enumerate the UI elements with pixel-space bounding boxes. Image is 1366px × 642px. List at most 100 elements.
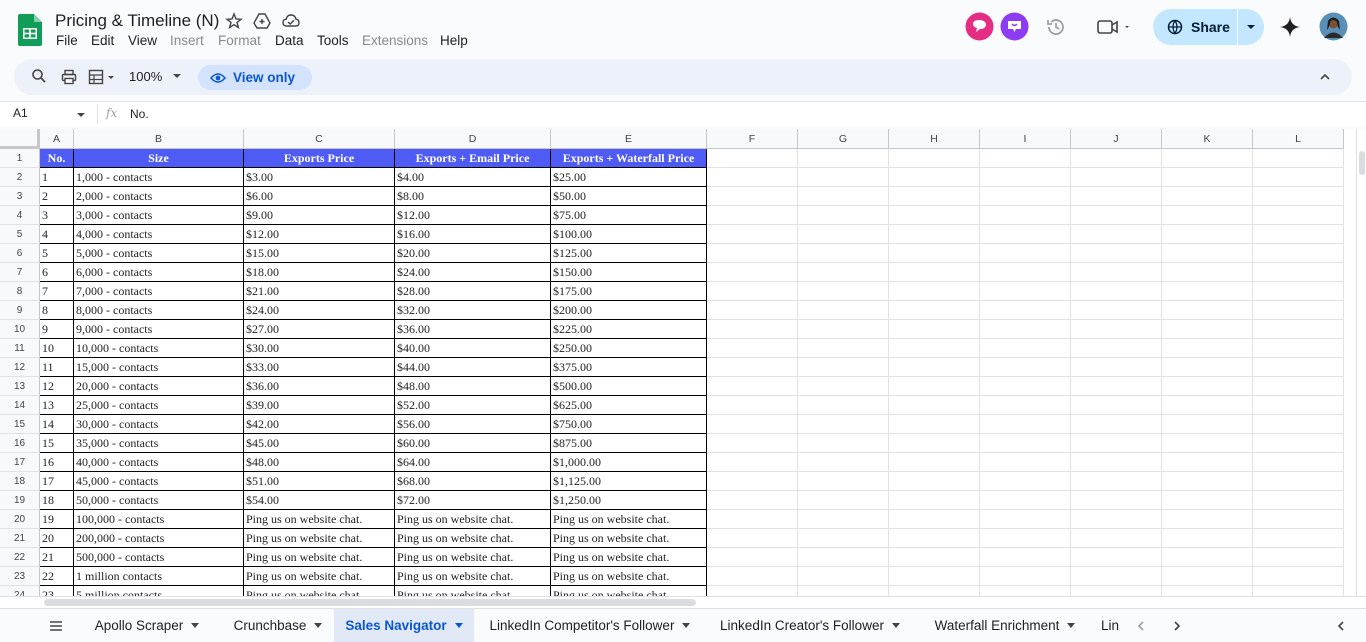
table-cell[interactable]: 30,000 - contacts <box>74 415 244 434</box>
row-header[interactable]: 17 <box>0 453 40 472</box>
row-header[interactable]: 4 <box>0 206 40 225</box>
table-cell[interactable]: $72.00 <box>395 491 551 510</box>
empty-cell[interactable] <box>707 510 798 529</box>
empty-cell[interactable] <box>798 453 889 472</box>
empty-cell[interactable] <box>1071 187 1162 206</box>
table-cell[interactable]: $42.00 <box>244 415 395 434</box>
table-cell[interactable]: $1,250.00 <box>551 491 707 510</box>
table-cell[interactable]: 45,000 - contacts <box>74 472 244 491</box>
empty-cell[interactable] <box>1071 434 1162 453</box>
menu-tools[interactable]: Tools <box>317 33 349 48</box>
empty-cell[interactable] <box>1071 206 1162 225</box>
empty-cell[interactable] <box>980 529 1071 548</box>
share-button[interactable]: Share <box>1153 9 1237 45</box>
empty-cell[interactable] <box>980 187 1071 206</box>
empty-cell[interactable] <box>1162 225 1253 244</box>
empty-cell[interactable] <box>1162 206 1253 225</box>
table-cell[interactable]: $52.00 <box>395 396 551 415</box>
empty-cell[interactable] <box>889 282 980 301</box>
empty-cell[interactable] <box>798 510 889 529</box>
table-cell[interactable]: $500.00 <box>551 377 707 396</box>
empty-cell[interactable] <box>1071 415 1162 434</box>
empty-cell[interactable] <box>1253 301 1344 320</box>
row-header[interactable]: 6 <box>0 244 40 263</box>
table-cell[interactable]: 200,000 - contacts <box>74 529 244 548</box>
table-cell[interactable]: 4 <box>40 225 74 244</box>
empty-cell[interactable] <box>889 415 980 434</box>
account-avatar[interactable] <box>1319 12 1348 41</box>
empty-cell[interactable] <box>980 434 1071 453</box>
empty-cell[interactable] <box>889 396 980 415</box>
empty-cell[interactable] <box>1162 529 1253 548</box>
empty-cell[interactable] <box>707 567 798 586</box>
table-cell[interactable]: $225.00 <box>551 320 707 339</box>
empty-cell[interactable] <box>1253 453 1344 472</box>
table-cell[interactable]: 5,000 - contacts <box>74 244 244 263</box>
row-header[interactable]: 7 <box>0 263 40 282</box>
meet-video-icon[interactable] <box>1096 17 1134 37</box>
table-cell[interactable]: $250.00 <box>551 339 707 358</box>
empty-cell[interactable] <box>707 415 798 434</box>
table-cell[interactable]: 7,000 - contacts <box>74 282 244 301</box>
column-header-i[interactable]: I <box>980 129 1071 149</box>
table-cell[interactable]: 5 <box>40 244 74 263</box>
column-header-h[interactable]: H <box>889 129 980 149</box>
empty-cell[interactable] <box>1071 263 1162 282</box>
empty-cell[interactable] <box>1071 339 1162 358</box>
empty-cell[interactable] <box>980 586 1071 596</box>
empty-cell[interactable] <box>980 225 1071 244</box>
explore-panel-chevron-icon[interactable] <box>1334 619 1348 633</box>
empty-cell[interactable] <box>798 206 889 225</box>
row-header[interactable]: 10 <box>0 320 40 339</box>
all-sheets-menu-icon[interactable] <box>48 619 64 633</box>
table-cell[interactable]: 1,000 - contacts <box>74 168 244 187</box>
row-header[interactable]: 5 <box>0 225 40 244</box>
sheet-tab-linkedin-competitor-s-follower[interactable]: LinkedIn Competitor's Follower <box>474 609 706 642</box>
table-cell[interactable]: 10 <box>40 339 74 358</box>
column-header-d[interactable]: D <box>395 129 551 149</box>
empty-cell[interactable] <box>889 358 980 377</box>
table-cell[interactable]: $20.00 <box>395 244 551 263</box>
empty-cell[interactable] <box>798 263 889 282</box>
table-cell[interactable]: $16.00 <box>395 225 551 244</box>
table-cell[interactable]: 14 <box>40 415 74 434</box>
table-cell[interactable]: 21 <box>40 548 74 567</box>
table-cell[interactable]: $6.00 <box>244 187 395 206</box>
table-cell[interactable]: 50,000 - contacts <box>74 491 244 510</box>
table-cell[interactable]: 23 <box>40 586 74 596</box>
table-cell[interactable]: $32.00 <box>395 301 551 320</box>
empty-cell[interactable] <box>1162 510 1253 529</box>
empty-cell[interactable] <box>1253 396 1344 415</box>
menu-help[interactable]: Help <box>440 33 468 48</box>
view-only-button[interactable]: View only <box>198 65 312 90</box>
empty-cell[interactable] <box>889 187 980 206</box>
sheet-tab-apollo-scraper[interactable]: Apollo Scraper <box>82 609 212 642</box>
empty-cell[interactable] <box>798 187 889 206</box>
table-cell[interactable]: $375.00 <box>551 358 707 377</box>
table-cell[interactable]: $48.00 <box>395 377 551 396</box>
table-cell[interactable]: 17 <box>40 472 74 491</box>
table-cell[interactable]: 19 <box>40 510 74 529</box>
empty-cell[interactable] <box>1071 320 1162 339</box>
table-cell[interactable]: $50.00 <box>551 187 707 206</box>
row-header[interactable]: 20 <box>0 510 40 529</box>
empty-cell[interactable] <box>707 225 798 244</box>
table-cell[interactable]: 5 million contacts <box>74 586 244 596</box>
table-cell[interactable]: $15.00 <box>244 244 395 263</box>
empty-cell[interactable] <box>1162 301 1253 320</box>
table-cell[interactable]: 40,000 - contacts <box>74 453 244 472</box>
empty-cell[interactable] <box>1253 168 1344 187</box>
row-header[interactable]: 2 <box>0 168 40 187</box>
empty-cell[interactable] <box>707 149 798 168</box>
empty-cell[interactable] <box>1253 244 1344 263</box>
row-header[interactable]: 15 <box>0 415 40 434</box>
table-cell[interactable]: 100,000 - contacts <box>74 510 244 529</box>
table-cell[interactable]: 2,000 - contacts <box>74 187 244 206</box>
empty-cell[interactable] <box>798 434 889 453</box>
table-cell[interactable]: Ping us on website chat. <box>395 567 551 586</box>
empty-cell[interactable] <box>980 339 1071 358</box>
table-cell[interactable]: $40.00 <box>395 339 551 358</box>
empty-cell[interactable] <box>1071 472 1162 491</box>
column-header-k[interactable]: K <box>1162 129 1253 149</box>
table-cell[interactable]: Ping us on website chat. <box>551 529 707 548</box>
